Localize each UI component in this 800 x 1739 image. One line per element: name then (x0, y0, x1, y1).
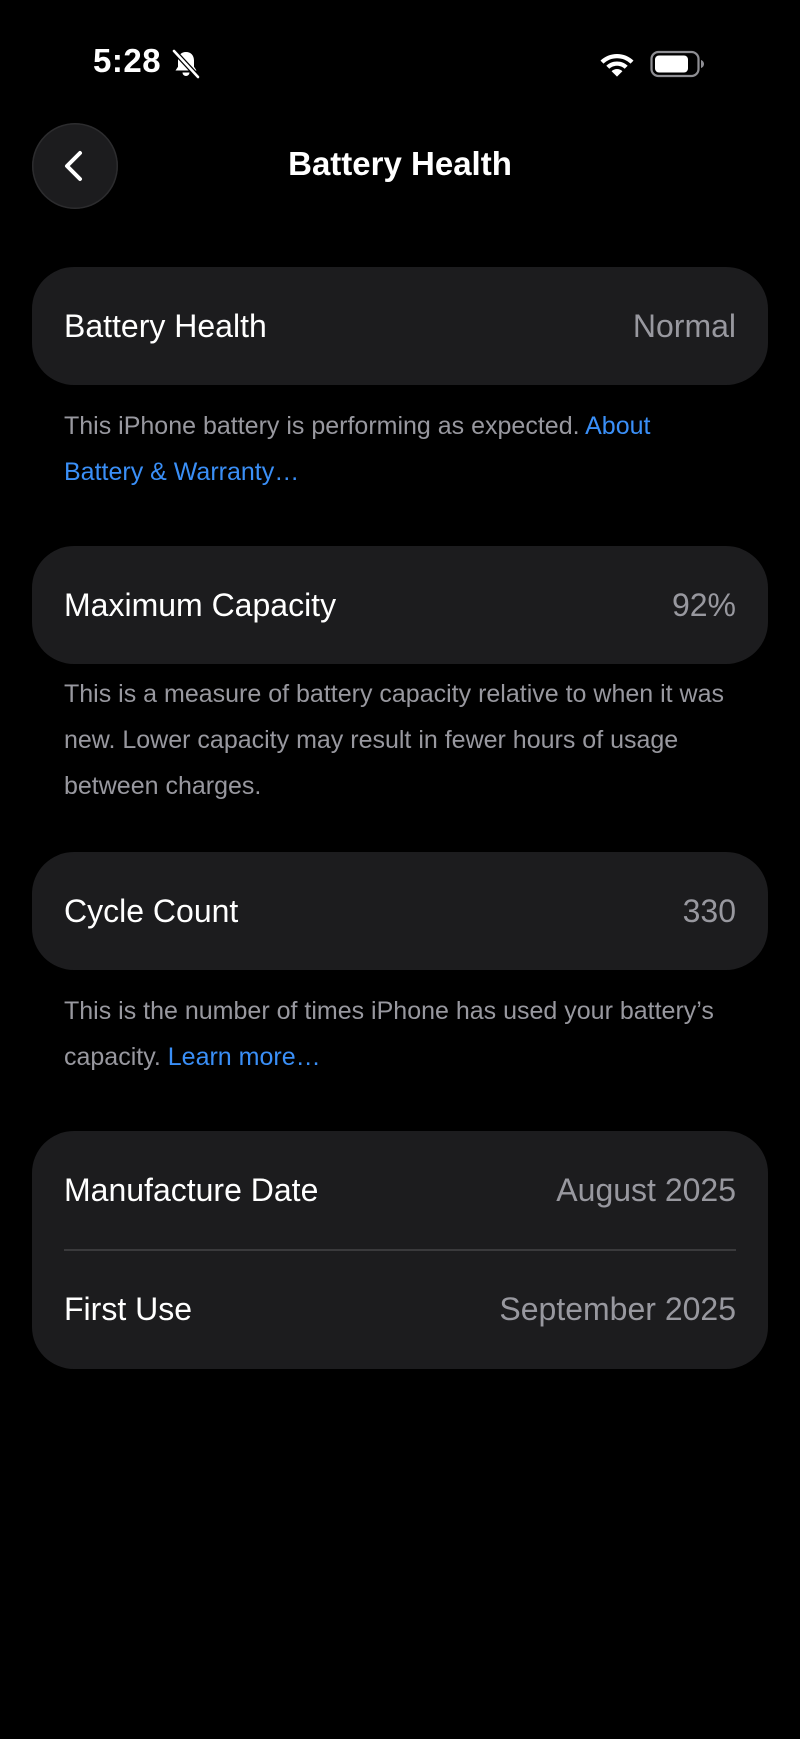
status-bar: 5:28 (0, 0, 800, 130)
battery-icon (650, 50, 704, 78)
manufacture-date-row: Manufacture Date August 2025 (32, 1131, 768, 1249)
page-title: Battery Health (288, 145, 512, 182)
bell-slash-icon (172, 49, 200, 79)
learn-more-link[interactable]: Learn more… (168, 1043, 321, 1071)
manufacture-date-value: August 2025 (556, 1171, 736, 1208)
chevron-left-icon (65, 151, 82, 181)
maximum-capacity-label: Maximum Capacity (64, 586, 337, 623)
maximum-capacity-row: Maximum Capacity 92% (32, 546, 768, 664)
first-use-row: First Use September 2025 (32, 1251, 768, 1369)
battery-health-footnote: This iPhone battery is performing as exp… (64, 403, 724, 495)
first-use-label: First Use (64, 1291, 192, 1327)
battery-health-value: Normal (632, 307, 736, 344)
cycle-count-card: Cycle Count 330 (32, 852, 768, 970)
cycle-count-footnote: This is the number of times iPhone has u… (64, 988, 724, 1080)
cycle-count-row: Cycle Count 330 (32, 852, 768, 970)
cycle-count-value: 330 (682, 892, 736, 929)
status-time: 5:28 (93, 42, 162, 79)
battery-health-row: Battery Health Normal (32, 267, 768, 385)
manufacture-date-label: Manufacture Date (64, 1171, 319, 1208)
wifi-icon (600, 54, 634, 77)
maximum-capacity-card: Maximum Capacity 92% (32, 546, 768, 664)
first-use-value: September 2025 (499, 1291, 736, 1327)
battery-health-description: This iPhone battery is performing as exp… (64, 412, 580, 440)
battery-health-card: Battery Health Normal (32, 267, 768, 385)
maximum-capacity-footnote: This is a measure of battery capacity re… (64, 680, 725, 800)
maximum-capacity-value: 92% (671, 586, 736, 623)
cycle-count-description: This is the number of times iPhone has u… (64, 997, 714, 1071)
back-button[interactable] (32, 123, 118, 209)
battery-health-label: Battery Health (64, 307, 267, 344)
battery-dates-card: Manufacture Date August 2025 First Use S… (32, 1131, 768, 1369)
cycle-count-label: Cycle Count (64, 892, 239, 929)
